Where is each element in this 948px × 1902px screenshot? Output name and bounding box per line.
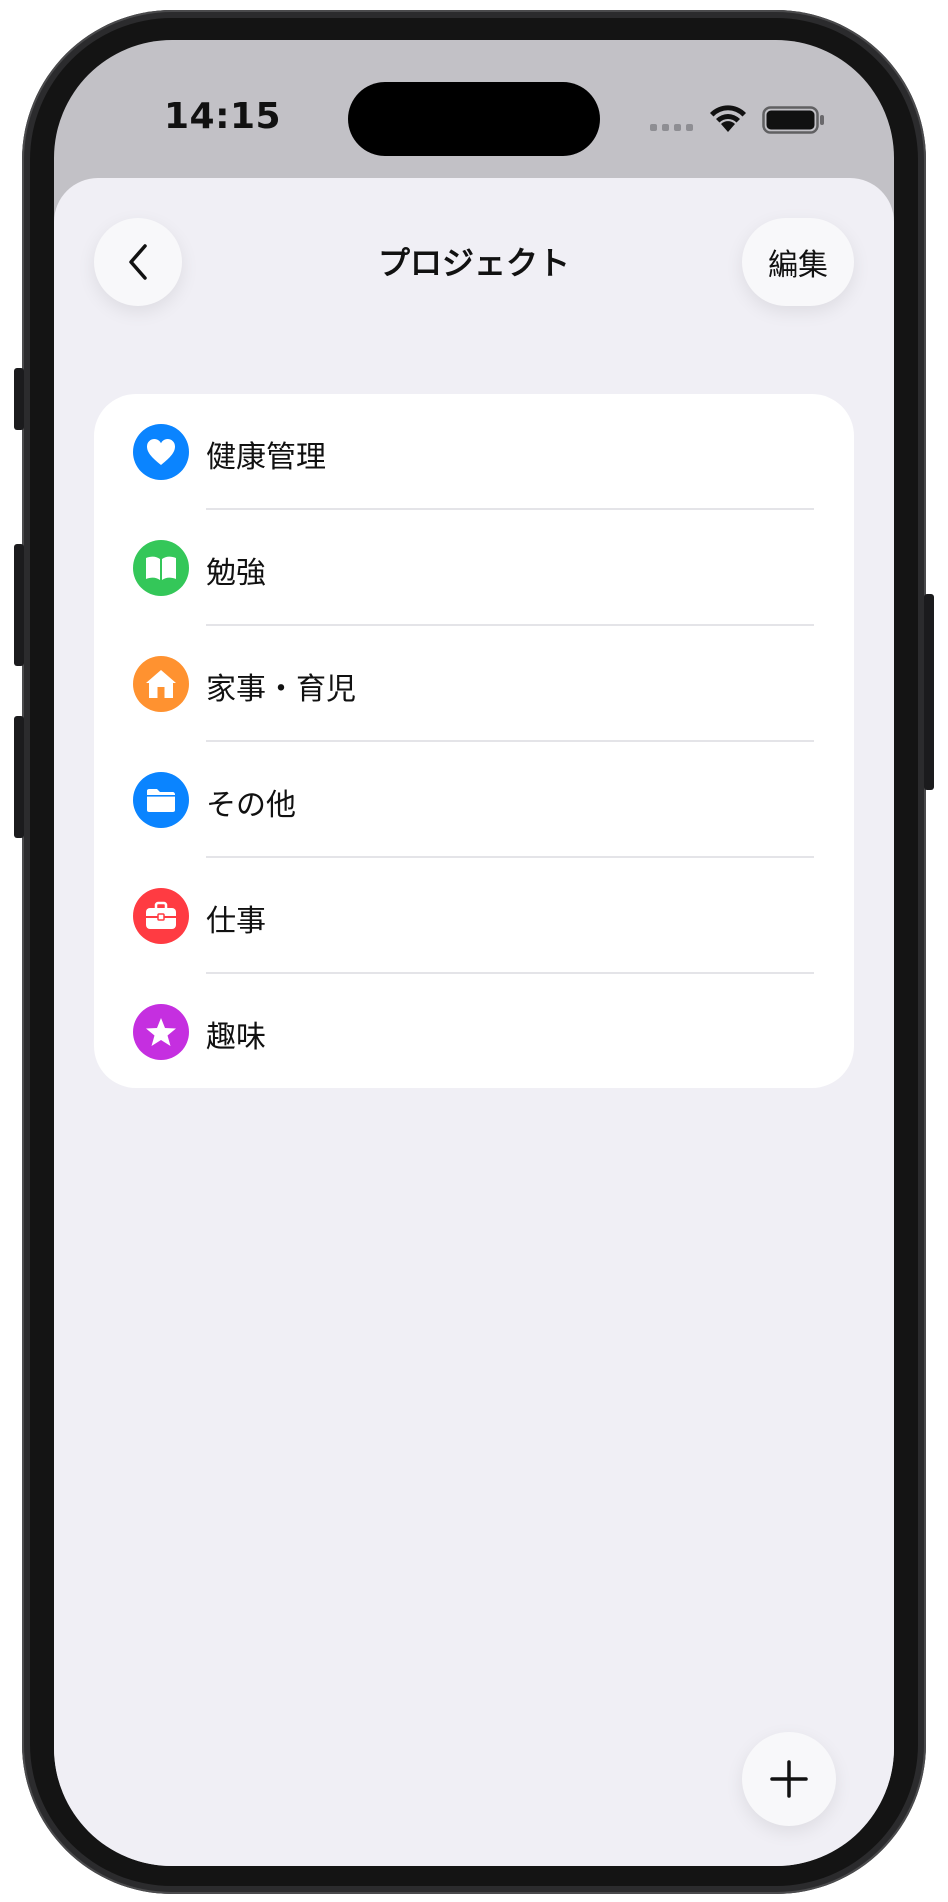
add-project-button[interactable] xyxy=(742,1732,836,1826)
cellular-signal-icon xyxy=(650,124,693,131)
action-button xyxy=(14,368,24,430)
list-item[interactable]: 趣味 xyxy=(94,974,854,1088)
list-item[interactable]: その他 xyxy=(94,742,854,858)
volume-down-button xyxy=(14,716,24,838)
folder-icon xyxy=(133,772,189,828)
status-bar: 14:15 xyxy=(54,40,894,180)
plus-icon xyxy=(770,1760,808,1798)
sheet: プロジェクト 編集 健康管理 勉強 家事・育児 その他 仕事 趣味 xyxy=(54,178,894,1866)
list-item-label: 趣味 xyxy=(206,1020,266,1055)
wifi-icon xyxy=(710,105,746,132)
status-time: 14:15 xyxy=(164,96,282,137)
list-item-label: 仕事 xyxy=(206,904,266,939)
list-item[interactable]: 仕事 xyxy=(94,858,854,974)
list-item-label: 健康管理 xyxy=(206,440,326,475)
list-item[interactable]: 健康管理 xyxy=(94,394,854,510)
list-item[interactable]: 家事・育児 xyxy=(94,626,854,742)
briefcase-icon xyxy=(133,888,189,944)
power-button xyxy=(924,594,934,790)
list-item-label: 勉強 xyxy=(206,556,266,591)
list-item-label: 家事・育児 xyxy=(206,672,356,707)
phone-screen: 14:15 プロジェクト 編集 健康管理 勉強 家事・育児 その他 仕事 趣味 xyxy=(54,40,894,1866)
volume-up-button xyxy=(14,544,24,666)
chevron-left-icon xyxy=(129,244,147,280)
project-list: 健康管理 勉強 家事・育児 その他 仕事 趣味 xyxy=(94,394,854,1088)
star-icon xyxy=(133,1004,189,1060)
list-item-label: その他 xyxy=(206,788,296,823)
house-icon xyxy=(133,656,189,712)
edit-button[interactable]: 編集 xyxy=(742,218,854,306)
back-button[interactable] xyxy=(94,218,182,306)
page-title: プロジェクト xyxy=(377,244,570,282)
book-icon xyxy=(133,540,189,596)
list-item[interactable]: 勉強 xyxy=(94,510,854,626)
dynamic-island xyxy=(348,82,600,156)
heart-icon xyxy=(133,424,189,480)
battery-icon xyxy=(762,106,824,134)
